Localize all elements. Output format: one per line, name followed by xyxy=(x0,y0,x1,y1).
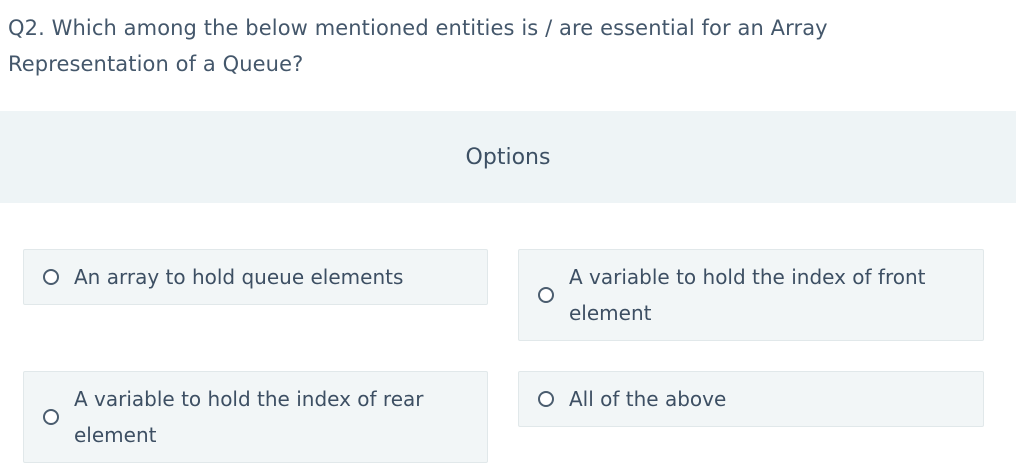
option-d[interactable]: All of the above xyxy=(518,371,984,427)
option-c[interactable]: A variable to hold the index of rear ele… xyxy=(23,371,488,463)
radio-button-icon[interactable] xyxy=(43,409,59,425)
option-b[interactable]: A variable to hold the index of front el… xyxy=(518,249,984,341)
options-header: Options xyxy=(0,111,1016,203)
radio-button-icon[interactable] xyxy=(538,391,554,407)
option-a-label: An array to hold queue elements xyxy=(74,265,404,289)
options-title: Options xyxy=(465,144,551,170)
option-d-label: All of the above xyxy=(569,387,727,411)
option-a[interactable]: An array to hold queue elements xyxy=(23,249,488,305)
radio-button-icon[interactable] xyxy=(43,269,59,285)
option-c-label: A variable to hold the index of rear ele… xyxy=(74,387,424,447)
question-text: Q2. Which among the below mentioned enti… xyxy=(8,16,828,76)
option-b-label: A variable to hold the index of front el… xyxy=(569,265,926,325)
radio-button-icon[interactable] xyxy=(538,287,554,303)
